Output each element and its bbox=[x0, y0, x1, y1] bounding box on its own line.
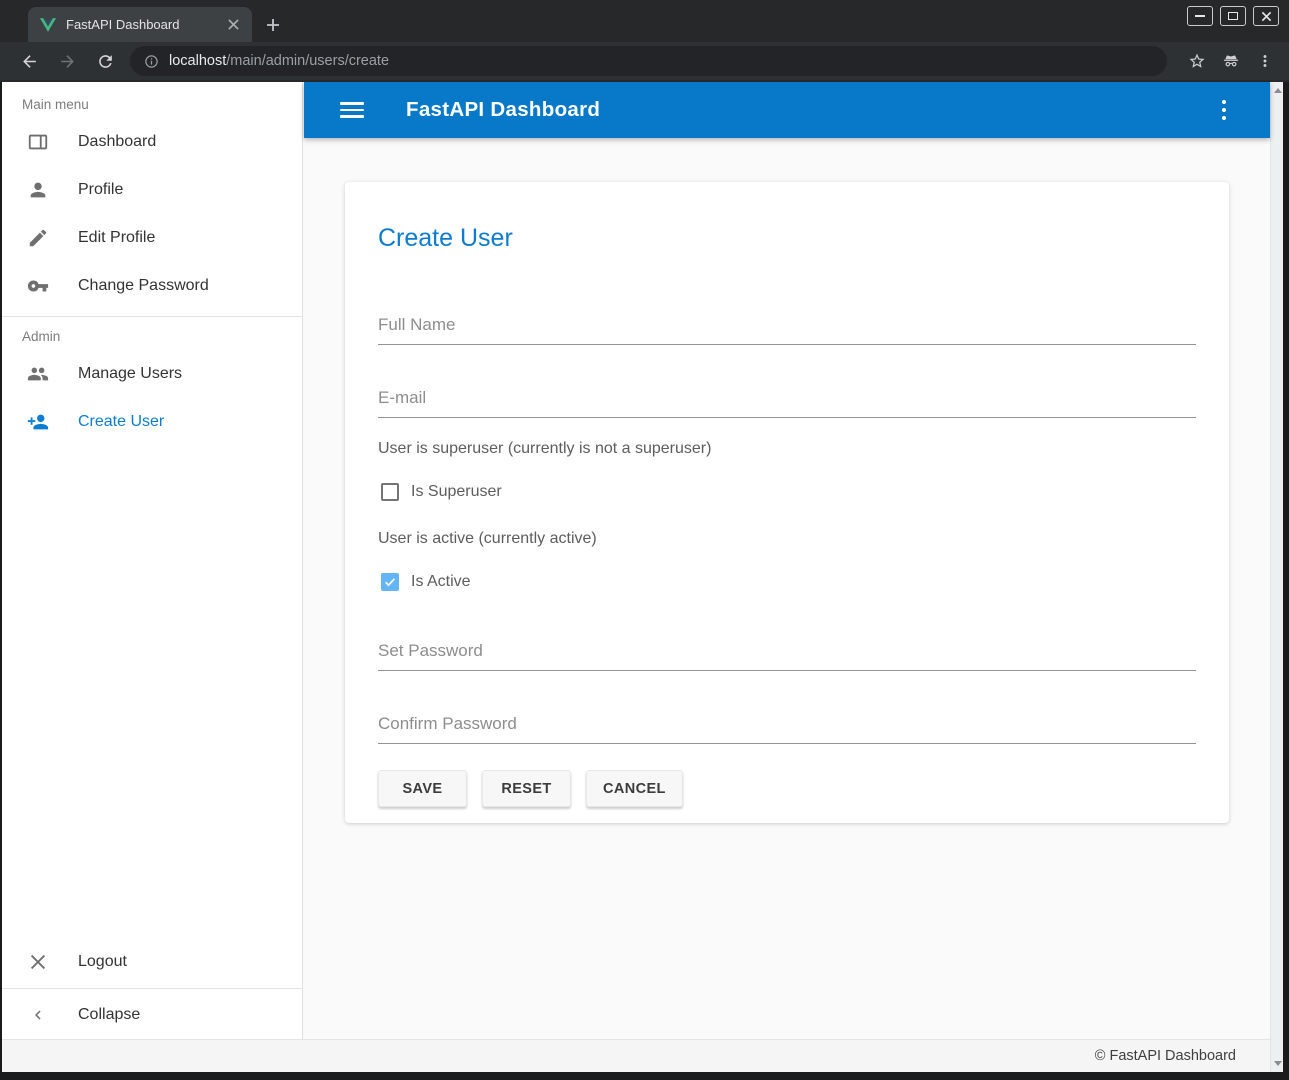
person-add-icon bbox=[26, 410, 50, 434]
browser-toolbar: localhost/main/admin/users/create bbox=[0, 42, 1289, 80]
scroll-up-icon[interactable] bbox=[1274, 88, 1282, 93]
tab-strip: FastAPI Dashboard bbox=[0, 0, 1289, 42]
active-check-row: Is Active bbox=[378, 573, 1196, 591]
save-button[interactable]: SAVE bbox=[378, 770, 467, 807]
sidebar-item-profile[interactable]: Profile bbox=[2, 166, 302, 214]
sidebar-item-label: Edit Profile bbox=[78, 229, 155, 247]
close-window-button[interactable] bbox=[1253, 6, 1279, 26]
maximize-icon bbox=[1228, 12, 1238, 20]
forward-arrow-icon bbox=[58, 52, 77, 71]
vue-favicon-icon bbox=[40, 18, 56, 32]
sidebar-item-create-user[interactable]: Create User bbox=[2, 398, 302, 446]
people-icon bbox=[26, 362, 50, 386]
sidebar-item-change-password[interactable]: Change Password bbox=[2, 262, 302, 310]
sidebar-item-collapse[interactable]: Collapse bbox=[2, 991, 302, 1039]
chevron-left-icon bbox=[26, 1003, 50, 1027]
is-superuser-label: Is Superuser bbox=[411, 483, 502, 501]
sidebar-spacer bbox=[2, 446, 302, 938]
reset-button[interactable]: RESET bbox=[482, 770, 571, 807]
sidebar-item-label: Collapse bbox=[78, 1006, 140, 1024]
superuser-check-row: Is Superuser bbox=[378, 483, 1196, 501]
content-area: Create User User is superuser (currently… bbox=[304, 138, 1270, 1039]
sidebar-item-label: Profile bbox=[78, 181, 123, 199]
url-path: /main/admin/users/create bbox=[226, 53, 389, 69]
email-input[interactable] bbox=[378, 388, 1196, 417]
full-name-input[interactable] bbox=[378, 315, 1196, 344]
sidebar-item-label: Change Password bbox=[78, 277, 209, 295]
superuser-note: User is superuser (currently is not a su… bbox=[378, 440, 1196, 458]
browser-menu-button[interactable] bbox=[1251, 47, 1279, 75]
tab-title: FastAPI Dashboard bbox=[66, 17, 224, 32]
confirm-password-input[interactable] bbox=[378, 714, 1196, 743]
sidebar-item-label: Logout bbox=[78, 953, 127, 971]
dashboard-icon bbox=[26, 130, 50, 154]
full-name-field bbox=[378, 315, 1196, 345]
confirm-password-field bbox=[378, 714, 1196, 744]
browser-tab[interactable]: FastAPI Dashboard bbox=[28, 7, 252, 42]
sidebar-item-logout[interactable]: Logout bbox=[2, 938, 302, 986]
page-scrollbar[interactable] bbox=[1270, 82, 1283, 1072]
url-bar[interactable]: localhost/main/admin/users/create bbox=[130, 46, 1167, 76]
is-active-checkbox[interactable] bbox=[381, 573, 399, 591]
sidebar-item-edit-profile[interactable]: Edit Profile bbox=[2, 214, 302, 262]
window-controls bbox=[1187, 6, 1279, 26]
close-icon bbox=[1261, 11, 1272, 22]
sidebar-section-main-menu: Main menu bbox=[2, 82, 302, 118]
is-superuser-checkbox[interactable] bbox=[381, 483, 399, 501]
create-user-card: Create User User is superuser (currently… bbox=[345, 182, 1229, 823]
page: Main menu Dashboard Profile Edit Profile bbox=[2, 82, 1283, 1072]
tab-close-icon[interactable] bbox=[224, 16, 242, 34]
sidebar-item-label: Dashboard bbox=[78, 133, 156, 151]
sidebar-divider bbox=[2, 316, 302, 317]
pencil-icon bbox=[26, 226, 50, 250]
browser-window: FastAPI Dashboard bbox=[0, 0, 1289, 1080]
maximize-button[interactable] bbox=[1220, 6, 1246, 26]
forward-button[interactable] bbox=[52, 46, 82, 76]
page-title: Create User bbox=[378, 224, 1196, 253]
cancel-button[interactable]: CANCEL bbox=[586, 770, 683, 807]
sidebar-section-admin: Admin bbox=[2, 323, 302, 350]
scroll-down-icon[interactable] bbox=[1274, 1061, 1282, 1066]
reload-icon bbox=[96, 52, 115, 71]
back-arrow-icon bbox=[20, 52, 39, 71]
sidebar-item-manage-users[interactable]: Manage Users bbox=[2, 350, 302, 398]
is-active-label: Is Active bbox=[411, 573, 471, 591]
sidebar: Main menu Dashboard Profile Edit Profile bbox=[2, 82, 303, 1039]
incognito-icon bbox=[1222, 52, 1240, 70]
form-buttons: SAVE RESET CANCEL bbox=[378, 770, 1196, 807]
url-host: localhost bbox=[169, 53, 226, 69]
back-button[interactable] bbox=[14, 46, 44, 76]
check-icon bbox=[383, 575, 397, 589]
app-title: FastAPI Dashboard bbox=[406, 98, 600, 122]
person-icon bbox=[26, 178, 50, 202]
sidebar-item-label: Manage Users bbox=[78, 365, 182, 383]
close-icon bbox=[26, 950, 50, 974]
copyright-text: © FastAPI Dashboard bbox=[1095, 1048, 1236, 1064]
incognito-indicator bbox=[1217, 47, 1245, 75]
sidebar-divider bbox=[2, 988, 302, 989]
minimize-button[interactable] bbox=[1187, 6, 1213, 26]
key-icon bbox=[26, 274, 50, 298]
main-area: FastAPI Dashboard Create User User is su… bbox=[304, 82, 1270, 1039]
new-tab-button[interactable] bbox=[262, 14, 284, 36]
star-icon bbox=[1188, 52, 1206, 70]
email-field bbox=[378, 388, 1196, 418]
sidebar-item-label: Create User bbox=[78, 413, 164, 431]
sidebar-item-dashboard[interactable]: Dashboard bbox=[2, 118, 302, 166]
set-password-field bbox=[378, 641, 1196, 671]
app-bar: FastAPI Dashboard bbox=[304, 82, 1270, 138]
url-text: localhost/main/admin/users/create bbox=[169, 53, 389, 69]
appbar-menu-icon[interactable] bbox=[1212, 98, 1236, 122]
bookmark-button[interactable] bbox=[1183, 47, 1211, 75]
browser-chrome: FastAPI Dashboard bbox=[0, 0, 1289, 82]
app-footer: © FastAPI Dashboard bbox=[2, 1039, 1270, 1072]
active-note: User is active (currently active) bbox=[378, 530, 1196, 548]
reload-button[interactable] bbox=[90, 46, 120, 76]
hamburger-menu-icon[interactable] bbox=[340, 98, 364, 122]
site-info-icon[interactable] bbox=[144, 54, 159, 69]
minimize-icon bbox=[1195, 15, 1205, 17]
set-password-input[interactable] bbox=[378, 641, 1196, 670]
kebab-menu-icon bbox=[1256, 52, 1274, 70]
